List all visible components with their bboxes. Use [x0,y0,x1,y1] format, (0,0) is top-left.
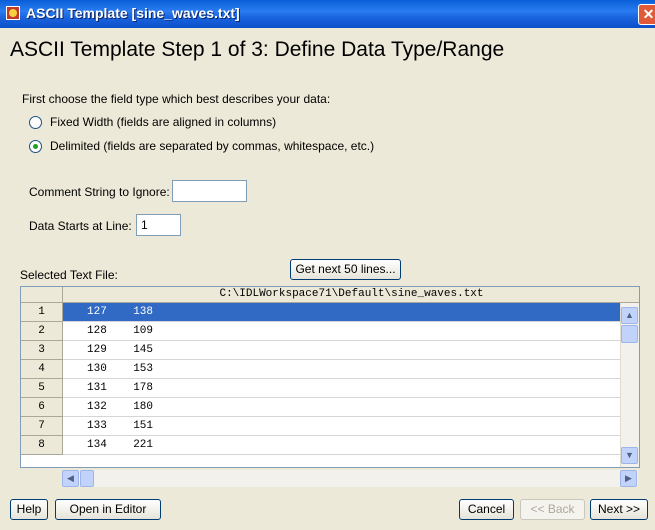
row-number: 4 [21,360,63,379]
app-icon [6,6,20,20]
row-number: 5 [21,379,63,398]
row-number: 6 [21,398,63,417]
row-number: 1 [21,303,63,322]
step-heading: ASCII Template Step 1 of 3: Define Data … [10,38,505,61]
fixed-width-label[interactable]: Fixed Width (fields are aligned in colum… [50,115,276,129]
row-number: 3 [21,341,63,360]
field-type-prompt: First choose the field type which best d… [22,92,331,106]
table-row[interactable]: 134 221 [63,436,620,455]
table-row[interactable]: 132 180 [63,398,620,417]
horizontal-scroll-thumb[interactable] [80,470,94,487]
comment-string-label: Comment String to Ignore: [29,185,170,199]
close-button[interactable]: ✕ [638,4,655,25]
comment-string-input[interactable] [172,180,247,202]
row-number: 7 [21,417,63,436]
data-starts-label: Data Starts at Line: [29,219,132,233]
table-corner [21,287,63,303]
scroll-up-icon[interactable]: ▲ [621,307,638,324]
scroll-right-icon[interactable]: ▶ [620,470,637,487]
table-row[interactable]: 133 151 [63,417,620,436]
scroll-left-icon[interactable]: ◀ [62,470,79,487]
row-number: 2 [21,322,63,341]
delimited-radio[interactable] [29,140,42,153]
scroll-down-icon[interactable]: ▼ [621,447,638,464]
file-preview-table: C:\IDLWorkspace71\Default\sine_waves.txt… [20,286,640,468]
table-row[interactable]: 129 145 [63,341,620,360]
data-starts-input[interactable] [136,214,181,236]
next-button[interactable]: Next >> [590,499,648,520]
table-row[interactable]: 128 109 [63,322,620,341]
window-title: ASCII Template [sine_waves.txt] [26,5,240,21]
column-header: C:\IDLWorkspace71\Default\sine_waves.txt [63,287,639,303]
selected-file-label: Selected Text File: [20,268,118,282]
open-in-editor-button[interactable]: Open in Editor [55,499,161,520]
fixed-width-radio[interactable] [29,116,42,129]
table-row[interactable]: 127 138 [63,303,620,322]
back-button: << Back [520,499,585,520]
cancel-button[interactable]: Cancel [459,499,514,520]
table-row[interactable]: 131 178 [63,379,620,398]
table-row[interactable]: 130 153 [63,360,620,379]
ascii-template-dialog: ASCII Template [sine_waves.txt] ✕ ASCII … [0,0,655,530]
delimited-label[interactable]: Delimited (fields are separated by comma… [50,139,374,153]
help-button[interactable]: Help [10,499,48,520]
row-number: 8 [21,436,63,455]
vertical-scroll-thumb[interactable] [621,325,638,343]
get-next-lines-button[interactable]: Get next 50 lines... [290,259,401,280]
horizontal-scrollbar[interactable]: ◀ ▶ [62,470,638,487]
title-bar[interactable]: ASCII Template [sine_waves.txt] ✕ [0,0,655,28]
vertical-scrollbar[interactable]: ▲ ▼ [620,303,639,467]
